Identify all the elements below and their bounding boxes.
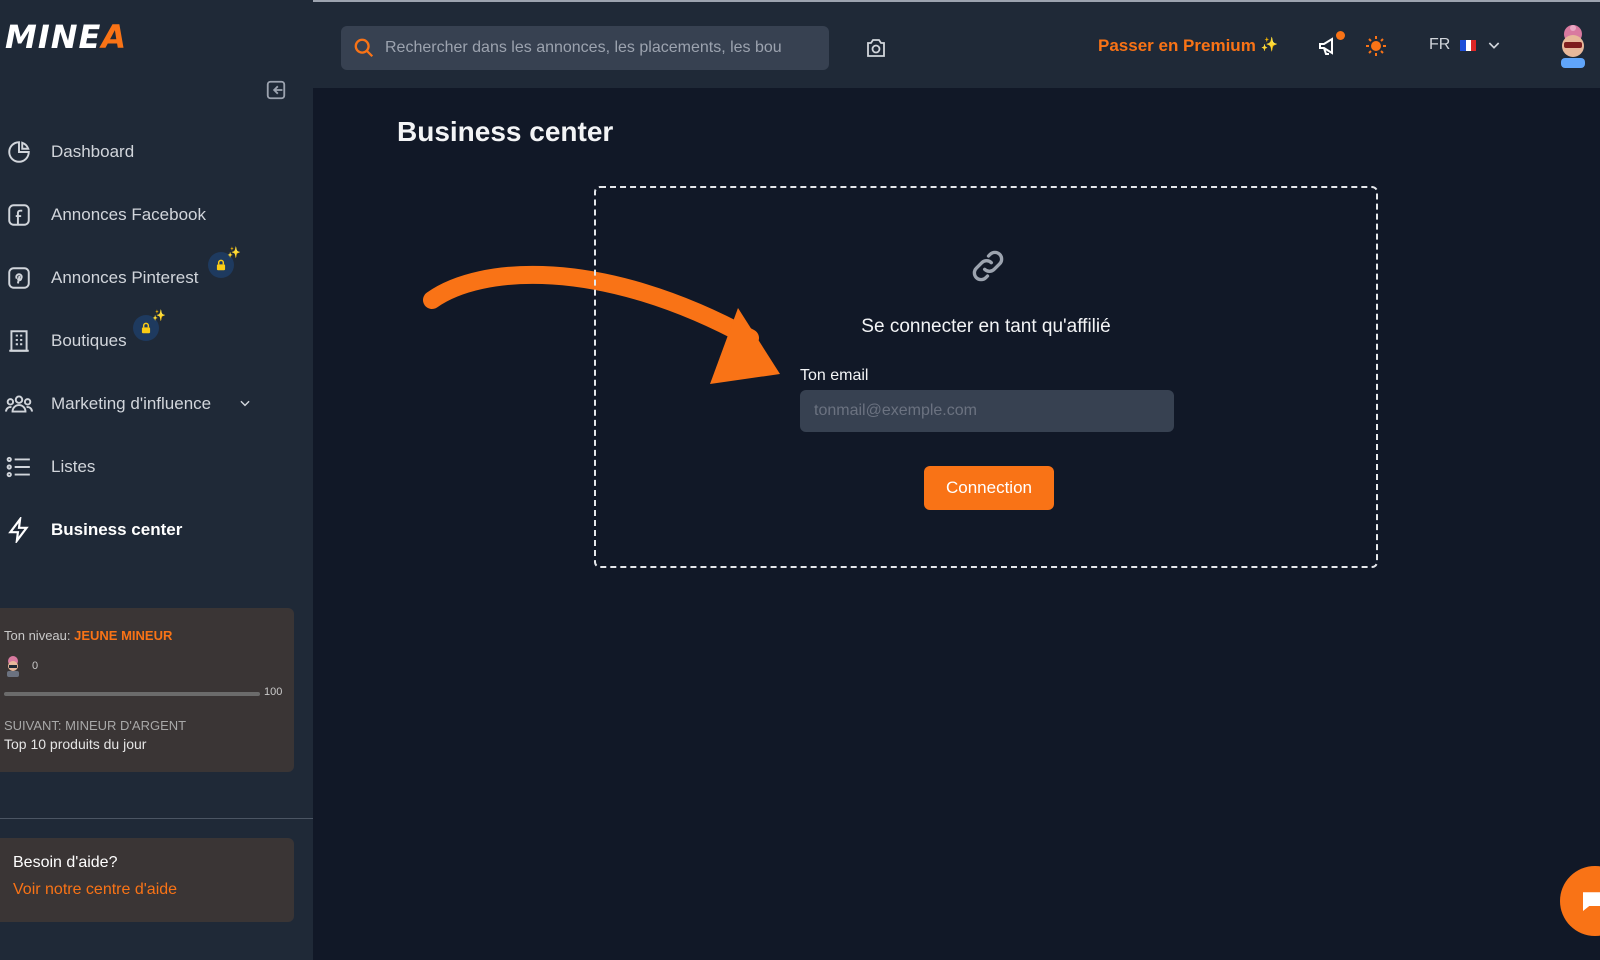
search-bar[interactable] [341, 26, 829, 70]
connect-title: Se connecter en tant qu'affilié [861, 316, 1111, 337]
users-icon [5, 390, 33, 418]
sidebar-item-shops[interactable]: Boutiques ✨ [0, 309, 313, 372]
sparkle-icon: ✨ [1260, 36, 1278, 52]
sun-icon [1366, 36, 1386, 56]
language-code: FR [1429, 36, 1451, 53]
camera-icon [867, 39, 885, 57]
announcements-button[interactable] [1317, 31, 1345, 63]
sidebar-item-label: Dashboard [51, 141, 135, 161]
help-center-link[interactable]: Voir notre centre d'aide [13, 881, 281, 899]
sidebar-item-label: Annonces Facebook [51, 204, 206, 224]
france-flag-icon [1460, 39, 1477, 51]
avatar-mini-icon [7, 656, 19, 677]
help-card: Besoin d'aide? Voir notre centre d'aide [0, 838, 294, 922]
sidebar-item-lists[interactable]: Listes [0, 435, 313, 498]
notification-dot [1336, 31, 1345, 40]
sidebar-item-label: Boutiques [51, 330, 127, 350]
affiliate-login-box: Se connecter en tant qu'affilié Ton emai… [594, 186, 1378, 568]
topbar: Passer en Premium ✨ FR [313, 0, 1600, 88]
lightning-icon [5, 516, 33, 544]
chat-icon [1581, 892, 1600, 911]
image-search-button[interactable] [863, 36, 889, 65]
chevron-down-icon [1489, 42, 1500, 49]
next-level-reward: Top 10 produits du jour [4, 736, 147, 752]
collapse-icon [266, 80, 286, 100]
sidebar-nav: Dashboard Annonces Facebook Annonces Pin… [0, 120, 313, 561]
building-icon [5, 327, 33, 355]
theme-toggle[interactable] [1364, 34, 1388, 63]
search-input[interactable] [385, 39, 815, 57]
link-icon [972, 250, 1004, 282]
pie-chart-icon [5, 138, 33, 166]
help-title: Besoin d'aide? [13, 854, 118, 871]
sidebar-item-influencer-marketing[interactable]: Marketing d'influence [0, 372, 313, 435]
connection-button[interactable]: Connection [924, 466, 1054, 510]
sidebar-item-label: Annonces Pinterest [51, 267, 199, 287]
page-title: Business center [397, 116, 614, 147]
xp-row: 0 [4, 655, 290, 677]
avatar-icon [1561, 25, 1585, 68]
sidebar-item-pinterest-ads[interactable]: Annonces Pinterest ✨ [0, 246, 313, 309]
language-selector[interactable]: FR [1429, 36, 1502, 54]
level-prefix: Ton niveau: [4, 628, 75, 643]
search-icon [354, 38, 374, 58]
email-label: Ton email [800, 367, 869, 384]
xp-value: 0 [32, 660, 39, 672]
sidebar-item-label: Business center [51, 519, 183, 539]
logo-accent: A [101, 18, 128, 56]
sidebar: MINEA Dashboard Annonces Facebook Annonc… [0, 0, 313, 960]
list-icon [5, 453, 33, 481]
email-field[interactable] [800, 390, 1174, 432]
level-card: Ton niveau: JEUNE MINEUR 0 100 SUIVANT: … [0, 608, 294, 772]
level-name: JEUNE MINEUR [74, 628, 173, 643]
chat-support-button[interactable] [1560, 866, 1600, 936]
go-premium-button[interactable]: Passer en Premium ✨ [1098, 36, 1278, 56]
sparkle-icon: ✨ [152, 310, 166, 322]
pinterest-icon [5, 264, 33, 292]
logo-text: MINE [5, 18, 102, 56]
sidebar-item-facebook-ads[interactable]: Annonces Facebook [0, 183, 313, 246]
user-avatar[interactable] [1553, 24, 1593, 68]
level-text: Ton niveau: JEUNE MINEUR [4, 628, 290, 643]
sidebar-item-dashboard[interactable]: Dashboard [0, 120, 313, 183]
next-level-label: SUIVANT: MINEUR D'ARGENT [4, 718, 187, 733]
minea-logo[interactable]: MINEA [5, 18, 127, 56]
collapse-sidebar-button[interactable] [264, 78, 288, 102]
level-progress-bar [4, 692, 260, 696]
sidebar-item-business-center[interactable]: Business center [0, 498, 313, 561]
facebook-icon [5, 201, 33, 229]
progress-max: 100 [264, 686, 283, 698]
sidebar-divider [0, 818, 313, 819]
premium-label: Passer en Premium [1098, 36, 1256, 55]
sidebar-item-label: Marketing d'influence [51, 393, 212, 413]
sidebar-item-label: Listes [51, 456, 96, 476]
sparkle-icon: ✨ [227, 247, 241, 259]
chevron-down-icon[interactable] [238, 396, 252, 415]
